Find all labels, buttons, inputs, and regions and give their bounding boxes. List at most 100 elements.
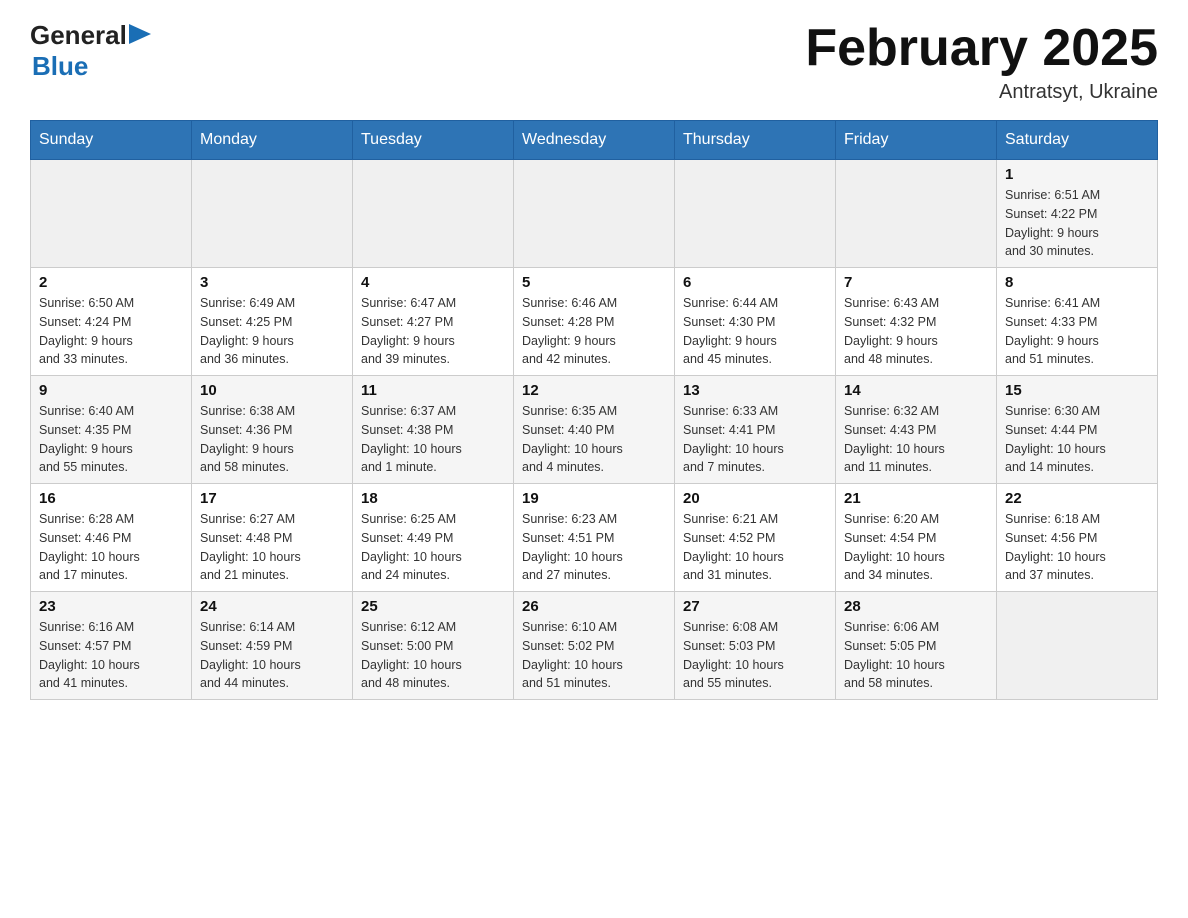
table-row: 26Sunrise: 6:10 AM Sunset: 5:02 PM Dayli… [514,592,675,700]
location-subtitle: Antratsyt, Ukraine [805,81,1158,104]
month-year-title: February 2025 [805,20,1158,77]
page-header: General Blue February 2025 Antratsyt, Uk… [30,20,1158,104]
day-info: Sunrise: 6:32 AM Sunset: 4:43 PM Dayligh… [844,402,988,477]
table-row [353,160,514,268]
day-info: Sunrise: 6:27 AM Sunset: 4:48 PM Dayligh… [200,510,344,585]
table-row: 10 Sunrise: 6:38 AM Sunset: 4:36 PM Dayli… [192,376,353,484]
day-info: Sunrise: 6:30 AM Sunset: 4:44 PM Dayligh… [1005,402,1149,477]
day-number: 19 [522,490,666,507]
table-row: 9 Sunrise: 6:40 AM Sunset: 4:35 PM Daylig… [31,376,192,484]
day-info: Sunrise: 6:12 AM Sunset: 5:00 PM Dayligh… [361,618,505,693]
table-row: 13Sunrise: 6:33 AM Sunset: 4:41 PM Dayli… [675,376,836,484]
day-info: Sunrise: 6:06 AM Sunset: 5:05 PM Dayligh… [844,618,988,693]
table-row: 24 Sunrise: 6:14 AM Sunset: 4:59 PM Dayli… [192,592,353,700]
table-row [192,160,353,268]
day-info: Sunrise: 6:49 AM Sunset: 4:25 PM Dayligh… [200,294,344,369]
day-number: 9 [39,382,183,399]
day-info: Sunrise: 6:08 AM Sunset: 5:03 PM Dayligh… [683,618,827,693]
calendar-week-row: 2Sunrise: 6:50 AM Sunset: 4:24 PM Daylig… [31,268,1158,376]
day-number: 18 [361,490,505,507]
table-row [514,160,675,268]
logo-blue-text: Blue [32,51,151,82]
table-row: 7 Sunrise: 6:43 AM Sunset: 4:32 PM Daylig… [836,268,997,376]
day-info: Sunrise: 6:44 AM Sunset: 4:30 PM Dayligh… [683,294,827,369]
title-section: February 2025 Antratsyt, Ukraine [805,20,1158,104]
day-number: 6 [683,274,827,291]
calendar-week-row: 1 Sunrise: 6:51 AM Sunset: 4:22 PM Daylig… [31,160,1158,268]
table-row: 8 Sunrise: 6:41 AM Sunset: 4:33 PM Daylig… [997,268,1158,376]
day-info: Sunrise: 6:10 AM Sunset: 5:02 PM Dayligh… [522,618,666,693]
day-number: 15 [1005,382,1149,399]
day-info: Sunrise: 6:25 AM Sunset: 4:49 PM Dayligh… [361,510,505,585]
col-header-wednesday: Wednesday [514,121,675,160]
day-number: 24 [200,598,344,615]
day-info: Sunrise: 6:20 AM Sunset: 4:54 PM Dayligh… [844,510,988,585]
calendar-week-row: 23 Sunrise: 6:16 AM Sunset: 4:57 PM Dayli… [31,592,1158,700]
table-row: 28 Sunrise: 6:06 AM Sunset: 5:05 PM Dayli… [836,592,997,700]
table-row: 1 Sunrise: 6:51 AM Sunset: 4:22 PM Daylig… [997,160,1158,268]
day-number: 14 [844,382,988,399]
day-number: 22 [1005,490,1149,507]
day-number: 21 [844,490,988,507]
table-row: 19Sunrise: 6:23 AM Sunset: 4:51 PM Dayli… [514,484,675,592]
table-row: 3Sunrise: 6:49 AM Sunset: 4:25 PM Daylig… [192,268,353,376]
table-row: 15 Sunrise: 6:30 AM Sunset: 4:44 PM Dayli… [997,376,1158,484]
day-info: Sunrise: 6:35 AM Sunset: 4:40 PM Dayligh… [522,402,666,477]
calendar-header-row: Sunday Monday Tuesday Wednesday Thursday… [31,121,1158,160]
col-header-friday: Friday [836,121,997,160]
calendar-table: Sunday Monday Tuesday Wednesday Thursday… [30,120,1158,700]
table-row: 4 Sunrise: 6:47 AM Sunset: 4:27 PM Daylig… [353,268,514,376]
logo-general-text: General [30,20,127,51]
day-number: 8 [1005,274,1149,291]
table-row [997,592,1158,700]
day-info: Sunrise: 6:38 AM Sunset: 4:36 PM Dayligh… [200,402,344,477]
table-row [31,160,192,268]
day-info: Sunrise: 6:47 AM Sunset: 4:27 PM Dayligh… [361,294,505,369]
table-row: 6 Sunrise: 6:44 AM Sunset: 4:30 PM Daylig… [675,268,836,376]
day-info: Sunrise: 6:41 AM Sunset: 4:33 PM Dayligh… [1005,294,1149,369]
table-row: 25 Sunrise: 6:12 AM Sunset: 5:00 PM Dayli… [353,592,514,700]
table-row: 23 Sunrise: 6:16 AM Sunset: 4:57 PM Dayli… [31,592,192,700]
day-info: Sunrise: 6:28 AM Sunset: 4:46 PM Dayligh… [39,510,183,585]
day-info: Sunrise: 6:16 AM Sunset: 4:57 PM Dayligh… [39,618,183,693]
day-number: 25 [361,598,505,615]
day-number: 7 [844,274,988,291]
calendar-week-row: 9 Sunrise: 6:40 AM Sunset: 4:35 PM Daylig… [31,376,1158,484]
day-number: 11 [361,382,505,399]
day-number: 28 [844,598,988,615]
day-number: 2 [39,274,183,291]
table-row: 2Sunrise: 6:50 AM Sunset: 4:24 PM Daylig… [31,268,192,376]
day-number: 12 [522,382,666,399]
day-info: Sunrise: 6:14 AM Sunset: 4:59 PM Dayligh… [200,618,344,693]
day-number: 13 [683,382,827,399]
day-number: 10 [200,382,344,399]
table-row: 12 Sunrise: 6:35 AM Sunset: 4:40 PM Dayli… [514,376,675,484]
day-number: 20 [683,490,827,507]
day-number: 27 [683,598,827,615]
col-header-sunday: Sunday [31,121,192,160]
col-header-saturday: Saturday [997,121,1158,160]
table-row: 5Sunrise: 6:46 AM Sunset: 4:28 PM Daylig… [514,268,675,376]
col-header-thursday: Thursday [675,121,836,160]
day-info: Sunrise: 6:21 AM Sunset: 4:52 PM Dayligh… [683,510,827,585]
table-row: 20 Sunrise: 6:21 AM Sunset: 4:52 PM Dayli… [675,484,836,592]
logo: General Blue [30,20,151,82]
table-row: 21 Sunrise: 6:20 AM Sunset: 4:54 PM Dayli… [836,484,997,592]
day-number: 1 [1005,166,1149,183]
calendar-week-row: 16Sunrise: 6:28 AM Sunset: 4:46 PM Dayli… [31,484,1158,592]
logo-triangle-icon [129,20,151,48]
table-row: 14 Sunrise: 6:32 AM Sunset: 4:43 PM Dayli… [836,376,997,484]
table-row: 16Sunrise: 6:28 AM Sunset: 4:46 PM Dayli… [31,484,192,592]
day-number: 4 [361,274,505,291]
day-info: Sunrise: 6:37 AM Sunset: 4:38 PM Dayligh… [361,402,505,477]
table-row: 27 Sunrise: 6:08 AM Sunset: 5:03 PM Dayli… [675,592,836,700]
table-row [836,160,997,268]
day-number: 5 [522,274,666,291]
day-number: 23 [39,598,183,615]
day-info: Sunrise: 6:43 AM Sunset: 4:32 PM Dayligh… [844,294,988,369]
col-header-monday: Monday [192,121,353,160]
table-row [675,160,836,268]
day-info: Sunrise: 6:51 AM Sunset: 4:22 PM Dayligh… [1005,186,1149,261]
day-info: Sunrise: 6:40 AM Sunset: 4:35 PM Dayligh… [39,402,183,477]
table-row: 22Sunrise: 6:18 AM Sunset: 4:56 PM Dayli… [997,484,1158,592]
